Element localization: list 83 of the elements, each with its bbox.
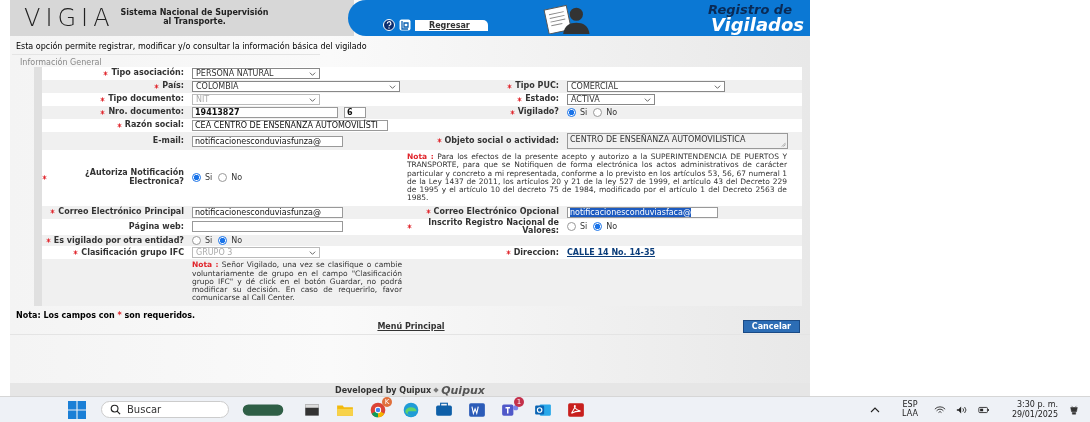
dropdown[interactable]: PERSONA NATURAL <box>192 68 320 79</box>
field-label: Correo Electrónico Opcional <box>433 207 559 217</box>
radio-button[interactable] <box>192 236 201 246</box>
radio-label: No <box>231 236 243 246</box>
field-label: Tipo documento: <box>108 95 184 104</box>
logo: VIGIA <box>24 4 115 32</box>
radio-button[interactable] <box>192 173 201 183</box>
chevron-down-icon <box>309 71 316 76</box>
field-label: Correo Electrónico Principal <box>58 207 184 217</box>
back-icon[interactable] <box>399 19 411 31</box>
text-area[interactable]: CENTRO DE ENSEÑANZA AUTOMOVILISTICA <box>567 133 788 149</box>
chevron-down-icon <box>644 97 651 102</box>
speaker-icon[interactable] <box>955 404 968 415</box>
radio-label: Si <box>205 236 213 246</box>
field-label: Es vigilado por otra entidad? <box>53 236 184 245</box>
input-field[interactable]: CEA CENTRO DE ENSEÑANZA AUTOMOVILÍSTI <box>192 120 388 131</box>
notification-icon[interactable] <box>1068 404 1080 415</box>
edge-icon[interactable] <box>402 400 420 419</box>
address-link[interactable]: CALLE 14 No. 14-35 <box>567 248 656 258</box>
input-field[interactable]: notificacionesconduviasfunza@ <box>192 206 343 218</box>
radio-button[interactable] <box>567 222 576 232</box>
field-label: Nro. documento: <box>108 108 184 117</box>
chevron-down-icon <box>309 97 316 102</box>
required-fields-note: Nota: Los campos con * son requeridos. <box>15 309 197 320</box>
document-person-icon <box>541 2 590 34</box>
resize-handle-icon[interactable] <box>781 142 786 147</box>
main-menu-link[interactable]: Menú Principal <box>377 321 445 331</box>
field-label: País: <box>162 82 184 91</box>
page-title: Registro de Vigilados <box>708 2 805 34</box>
word-icon[interactable] <box>468 400 486 419</box>
footer-logo: Quipux <box>441 383 485 397</box>
input-field[interactable] <box>192 221 343 233</box>
dropdown[interactable]: COLOMBIA <box>192 81 400 92</box>
radio-button[interactable] <box>567 108 576 117</box>
language-indicator[interactable]: ESP LAA <box>902 400 918 419</box>
field-label: Razón social: <box>124 121 184 130</box>
radio-label: Si <box>580 222 588 232</box>
field-label: Objeto social o actividad: <box>444 136 559 146</box>
radio-label: Si <box>580 108 588 117</box>
briefcase-icon[interactable] <box>435 400 453 419</box>
help-icon[interactable] <box>383 19 395 31</box>
radio-label: No <box>231 173 243 183</box>
chevron-up-icon[interactable] <box>870 406 881 413</box>
field-label: E-mail: <box>152 136 184 146</box>
chevron-down-icon <box>389 84 396 89</box>
cancel-button[interactable]: Cancelar <box>742 319 800 333</box>
radio-button[interactable] <box>593 222 603 232</box>
field-label: Página web: <box>128 222 184 232</box>
field-label: Inscrito Registro Nacional de Valores: <box>427 218 559 236</box>
chrome-icon[interactable] <box>369 400 387 419</box>
search-field[interactable]: Buscar <box>101 401 229 418</box>
radio-label: No <box>606 108 618 117</box>
chevron-down-icon <box>309 250 316 255</box>
radio-button[interactable] <box>218 236 228 246</box>
input-field[interactable]: notificacionesconduviasfunza@ <box>192 135 343 147</box>
field-label: Direccion: <box>513 248 559 257</box>
windows-start-icon[interactable] <box>68 400 86 419</box>
diamond-icon <box>433 387 440 393</box>
input-field[interactable]: notificacionesconduviasfaca@ <box>567 206 718 218</box>
radio-button[interactable] <box>593 108 603 117</box>
battery-icon[interactable] <box>977 404 990 415</box>
check-digit-field[interactable]: 6 <box>344 107 366 118</box>
field-label: ¿Autoriza Notificación Electronica? <box>84 169 184 187</box>
radio-label: Si <box>205 173 213 183</box>
radio-label: No <box>606 222 618 232</box>
clock[interactable]: 3:30 p. m. 29/01/2025 <box>1011 399 1058 420</box>
dropdown[interactable]: COMERCIAL <box>567 81 725 92</box>
pdf-icon[interactable] <box>567 400 585 419</box>
field-label: Estado: <box>525 95 559 104</box>
field-label: Vigilado? <box>517 108 559 117</box>
wifi-icon[interactable] <box>933 404 946 415</box>
search-icon <box>110 404 121 415</box>
radio-button[interactable] <box>218 173 228 183</box>
intro-text: Esta opción permite registrar, modificar y/o consultar la información básica del vigilado <box>15 40 368 51</box>
input-field[interactable]: 19413827 <box>192 107 338 118</box>
field-label: Clasificación grupo IFC <box>81 248 184 257</box>
chevron-down-icon <box>714 84 721 89</box>
field-label: Tipo PUC: <box>515 82 559 91</box>
field-label: Tipo asociación: <box>111 69 184 78</box>
footer-text: Developed by Quipux <box>335 385 432 395</box>
back-link[interactable]: Regresar <box>415 19 488 31</box>
system-name: Sistema Nacional de Supervisión al Transporte. <box>120 9 269 27</box>
dropdown[interactable]: ACTIVA <box>567 94 655 105</box>
